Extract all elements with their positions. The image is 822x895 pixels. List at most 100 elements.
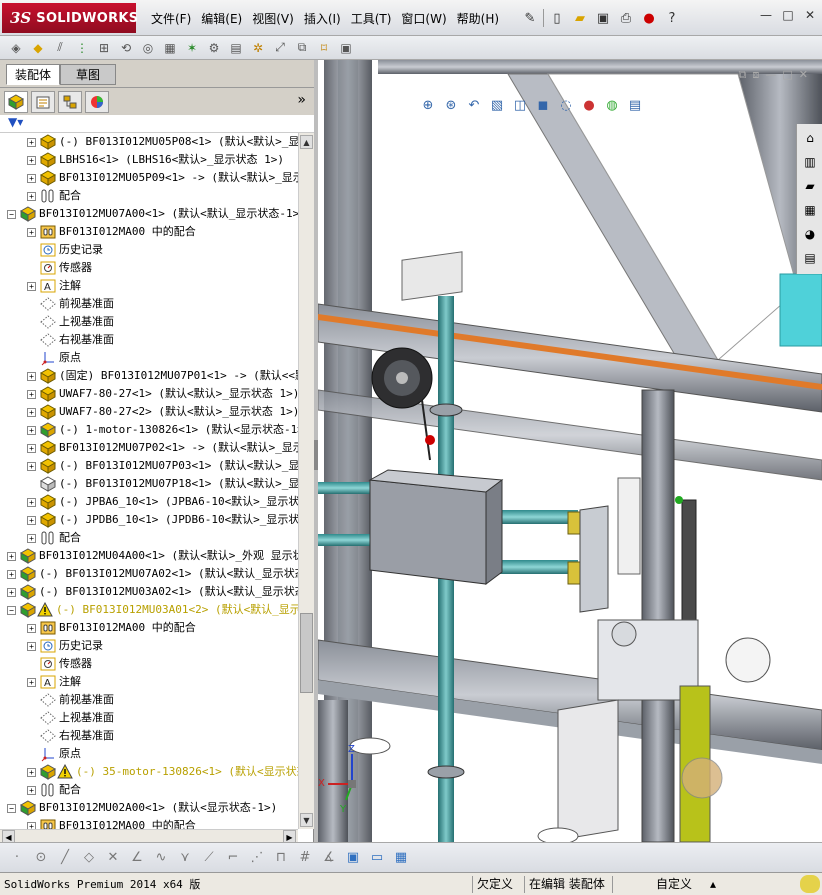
menu-window[interactable]: 窗口(W): [396, 10, 451, 27]
property-manager-tab-icon[interactable]: [31, 90, 55, 113]
tree-row[interactable]: + 配合: [0, 529, 298, 547]
expand-icon[interactable]: +: [27, 390, 36, 399]
display-style-icon[interactable]: ◼: [533, 95, 553, 115]
tree-row[interactable]: + A 注解: [0, 277, 298, 295]
previous-view-icon[interactable]: ↶: [464, 95, 484, 115]
tree-row[interactable]: + A 注解: [0, 673, 298, 691]
tree-row[interactable]: + (-) BF013I012MU07A02<1> (默认<默认_显示状态-1>): [0, 565, 298, 583]
view-orientation-icon[interactable]: ◫: [510, 95, 530, 115]
show-hidden-icon[interactable]: ◎: [138, 38, 158, 58]
expand-icon[interactable]: +: [27, 174, 36, 183]
expand-icon[interactable]: +: [27, 156, 36, 165]
smart-fasteners-icon[interactable]: ⊞: [94, 38, 114, 58]
restore-button[interactable]: □: [780, 8, 796, 22]
minimize-button[interactable]: —: [758, 8, 774, 22]
viewport-close-icon[interactable]: ✕: [799, 68, 808, 82]
graphics-viewport[interactable]: Z X Y ⧉ ⧈ — □ ✕ ⊕ ⊛ ↶ ▧ ◫ ◼ ◌ ● ◍ ▤ ⌂ ▥ …: [318, 60, 822, 842]
assembly-3d-model[interactable]: Z X Y: [318, 60, 822, 842]
expand-icon[interactable]: +: [27, 516, 36, 525]
mate-icon[interactable]: ⫽: [50, 38, 70, 58]
quick-tips-icon[interactable]: [800, 875, 820, 893]
collapse-icon[interactable]: −: [7, 210, 16, 219]
mirror-icon[interactable]: ⟋: [198, 847, 220, 869]
section-view-icon[interactable]: ▧: [487, 95, 507, 115]
tree-row[interactable]: 传感器: [0, 655, 298, 673]
apply-scene-icon[interactable]: ◍: [602, 95, 622, 115]
instant3d-icon[interactable]: ▣: [336, 38, 356, 58]
new-motion-study-icon[interactable]: ⚙: [204, 38, 224, 58]
tree-row[interactable]: + (固定) BF013I012MU07P01<1> -> (默认<<默认>_显示…: [0, 367, 298, 385]
expand-icon[interactable]: +: [27, 498, 36, 507]
design-library-icon[interactable]: ▥: [800, 152, 820, 172]
table-icon[interactable]: ▦: [390, 847, 412, 869]
extend-icon[interactable]: ∠: [126, 847, 148, 869]
assembly-features-icon[interactable]: ▦: [160, 38, 180, 58]
tree-row[interactable]: + BF013I012MA00 中的配合: [0, 619, 298, 637]
viewport-minimize-icon[interactable]: —: [765, 68, 776, 82]
tree-row[interactable]: 原点: [0, 745, 298, 763]
tree-row[interactable]: 前视基准面: [0, 691, 298, 709]
tree-row[interactable]: 传感器: [0, 259, 298, 277]
move-component-icon[interactable]: ⟲: [116, 38, 136, 58]
insert-component-icon[interactable]: ◈: [6, 38, 26, 58]
construction-icon[interactable]: ⋰: [246, 847, 268, 869]
tree-row[interactable]: − (-) BF013I012MU03A01<2> (默认<默认_显示状态-1>): [0, 601, 298, 619]
tree-row[interactable]: + 配合: [0, 781, 298, 799]
tree-row[interactable]: 前视基准面: [0, 295, 298, 313]
tree-row[interactable]: + (-) 1-motor-130826<1> (默认<显示状态-1>): [0, 421, 298, 439]
expand-icon[interactable]: +: [7, 570, 16, 579]
viewport-tile-icon[interactable]: ⧉: [739, 68, 747, 82]
filter-icon[interactable]: ▼▾: [8, 115, 23, 129]
expand-icon[interactable]: +: [27, 624, 36, 633]
expand-icon[interactable]: +: [27, 678, 36, 687]
line-icon[interactable]: ╱: [54, 847, 76, 869]
linear-pattern-icon[interactable]: ⋮: [72, 38, 92, 58]
menu-file[interactable]: 文件(F): [146, 10, 196, 27]
clearance-verification-icon[interactable]: ⌑: [314, 38, 334, 58]
expand-icon[interactable]: +: [27, 462, 36, 471]
help-icon[interactable]: ?: [662, 8, 682, 28]
tree-row[interactable]: + (-) BF013I012MU03A02<1> (默认<默认_显示状态-1>): [0, 583, 298, 601]
rectangle-icon[interactable]: ▭: [366, 847, 388, 869]
view-settings-icon[interactable]: ▤: [625, 95, 645, 115]
viewport-split-icon[interactable]: ⧈: [752, 68, 759, 82]
angle-icon[interactable]: ∡: [318, 847, 340, 869]
save-icon[interactable]: ▣: [593, 8, 613, 28]
tree-row[interactable]: + (-) BF013I012MU05P08<1> (默认<默认>_显示状态 1>…: [0, 133, 298, 151]
reference-geometry-icon[interactable]: ✶: [182, 38, 202, 58]
print-icon[interactable]: ⎙: [616, 8, 636, 28]
expand-icon[interactable]: +: [27, 138, 36, 147]
tree-row[interactable]: 上视基准面: [0, 313, 298, 331]
explode-line-sketch-icon[interactable]: ⤢: [270, 38, 290, 58]
units-status[interactable]: 自定义: [656, 876, 692, 893]
expand-icon[interactable]: +: [27, 426, 36, 435]
tree-row[interactable]: + LBHS16<1> (LBHS16<默认>_显示状态 1>): [0, 151, 298, 169]
expand-icon[interactable]: +: [27, 444, 36, 453]
tree-row[interactable]: + (-) 35-motor-130826<1> (默认<显示状态-1>): [0, 763, 298, 781]
menu-insert[interactable]: 插入(I): [299, 10, 346, 27]
tree-row[interactable]: 历史记录: [0, 241, 298, 259]
scroll-thumb[interactable]: [300, 613, 313, 693]
scroll-down-arrow-icon[interactable]: ▼: [300, 813, 313, 827]
solidworks-resources-icon[interactable]: ⌂: [800, 128, 820, 148]
zoom-to-fit-icon[interactable]: ⊕: [418, 95, 438, 115]
expand-icon[interactable]: +: [7, 588, 16, 597]
tree-row[interactable]: 右视基准面: [0, 727, 298, 745]
tree-row[interactable]: + BF013I012MU05P09<1> -> (默认<默认>_显示状态 1>): [0, 169, 298, 187]
more-tabs-chevron-icon[interactable]: »: [297, 92, 306, 108]
tree-row[interactable]: + (-) JPDB6_10<1> (JPDB6-10<默认>_显示状态 1>): [0, 511, 298, 529]
trim-icon[interactable]: ✕: [102, 847, 124, 869]
menu-edit[interactable]: 编辑(E): [196, 10, 247, 27]
menu-tools[interactable]: 工具(T): [346, 10, 397, 27]
expand-icon[interactable]: +: [27, 192, 36, 201]
tree-row[interactable]: − BF013I012MU07A00<1> (默认<默认_显示状态-1>): [0, 205, 298, 223]
appearances-icon[interactable]: ◕: [800, 224, 820, 244]
tree-row[interactable]: + BF013I012MA00 中的配合: [0, 223, 298, 241]
tree-row[interactable]: − BF013I012MU02A00<1> (默认<显示状态-1>): [0, 799, 298, 817]
interference-detection-icon[interactable]: ⧉: [292, 38, 312, 58]
expand-icon[interactable]: +: [27, 822, 36, 829]
custom-properties-icon[interactable]: ▤: [800, 248, 820, 268]
open-folder-icon[interactable]: ▰: [570, 8, 590, 28]
point-icon[interactable]: ·: [6, 847, 28, 869]
tree-row[interactable]: 原点: [0, 349, 298, 367]
